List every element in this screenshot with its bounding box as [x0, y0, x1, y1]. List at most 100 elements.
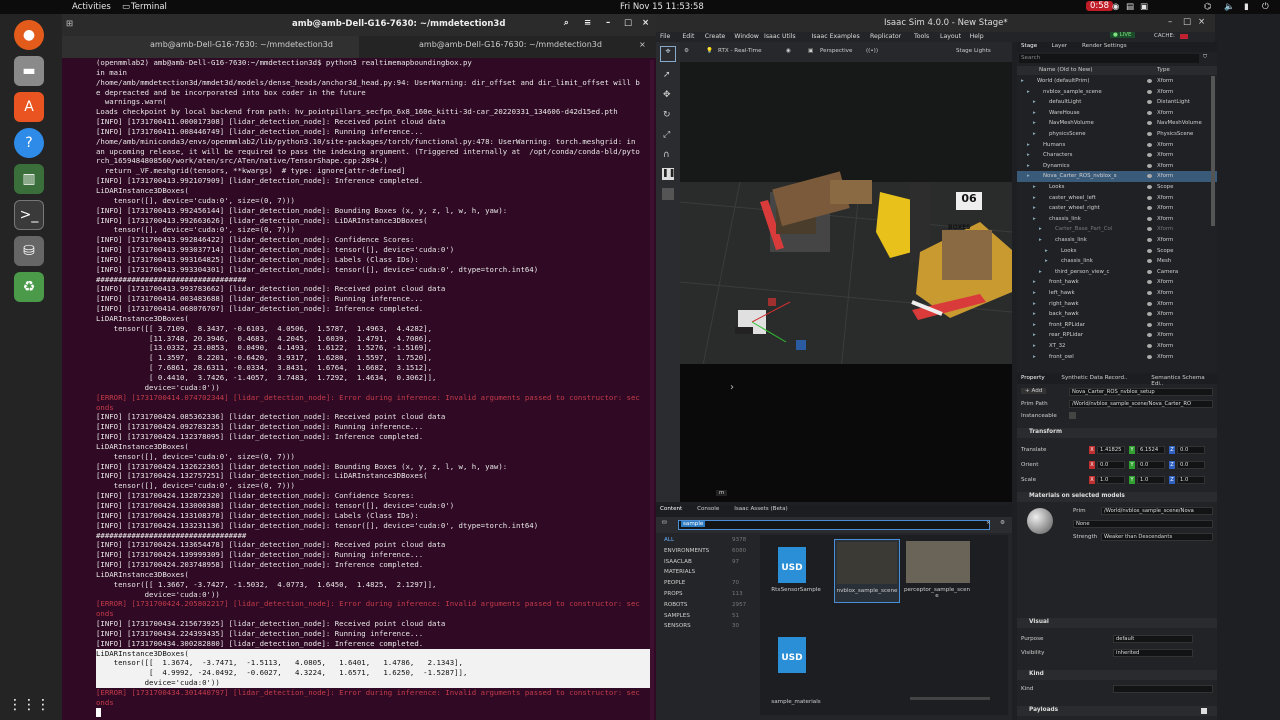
asset-category[interactable]: PEOPLE 70: [664, 580, 754, 586]
visibility-eye-icon[interactable]: [1147, 185, 1152, 189]
stage-row[interactable]: ▸ caster_wheel_right Xform: [1017, 203, 1217, 214]
visibility-eye-icon[interactable]: [1147, 312, 1152, 317]
visibility-eye-icon[interactable]: [1147, 206, 1152, 211]
stage-row[interactable]: ▸ World (defaultPrim) Xform: [1017, 76, 1217, 87]
transform-field[interactable]: 1.0: [1097, 476, 1125, 484]
stage-row[interactable]: ▸ right_hawk Xform: [1017, 299, 1217, 310]
stage-search-input[interactable]: Search: [1019, 54, 1199, 63]
maximize-icon[interactable]: □: [624, 18, 632, 28]
expand-icon[interactable]: ▸: [1045, 248, 1048, 254]
expand-icon[interactable]: ▸: [1033, 322, 1036, 328]
stop-icon[interactable]: [662, 188, 674, 200]
close-icon[interactable]: ×: [986, 520, 991, 526]
menu-edit[interactable]: Edit: [682, 33, 694, 40]
help-icon[interactable]: ?: [14, 128, 44, 158]
camera-button[interactable]: Perspective: [820, 48, 852, 54]
gpu-icon[interactable]: ▣: [1140, 2, 1148, 12]
stage-row[interactable]: ▸ Characters Xform: [1017, 150, 1217, 161]
menu-file[interactable]: File: [660, 33, 670, 40]
material-prim-field[interactable]: /World/nvblox_sample_scene/Nova: [1101, 507, 1213, 515]
tab-synthetic-data-record[interactable]: Synthetic Data Record..: [1061, 375, 1127, 381]
filter-icon[interactable]: ⛉: [1203, 54, 1207, 61]
software-center-icon[interactable]: A: [14, 92, 44, 122]
tab-layer[interactable]: Layer: [1052, 43, 1068, 49]
expand-icon[interactable]: ▸: [1033, 110, 1036, 116]
render-mode-button[interactable]: RTX - Real-Time: [718, 48, 762, 54]
menu-help[interactable]: Help: [970, 33, 984, 40]
expand-icon[interactable]: ▸: [1033, 343, 1036, 349]
asset-category[interactable]: PROPS 113: [664, 591, 754, 597]
viewport[interactable]: 06 BOXES: [680, 62, 1012, 364]
transform-field[interactable]: 0.0: [1177, 446, 1205, 454]
visibility-eye-icon[interactable]: [1147, 132, 1152, 136]
visibility-eye-icon[interactable]: [1147, 322, 1152, 327]
expand-icon[interactable]: ▸: [1021, 78, 1024, 84]
kind-dropdown[interactable]: [1113, 685, 1213, 693]
expand-icon[interactable]: ▸: [1039, 269, 1042, 275]
asset-category[interactable]: MATERIALS: [664, 569, 754, 575]
menu-layout[interactable]: Layout: [940, 33, 961, 40]
stage-row[interactable]: ▸ Nova_Carter_ROS_nvblox_s Xform: [1017, 171, 1217, 182]
instanceable-checkbox[interactable]: [1069, 412, 1076, 419]
pause-icon[interactable]: ❚❚: [662, 168, 675, 180]
select-tool-icon[interactable]: ⌖: [660, 46, 676, 62]
stage-row[interactable]: ▸ XT_32 Xform: [1017, 341, 1217, 352]
menu-isaac-utils[interactable]: Isaac Utils: [764, 33, 796, 40]
network-icon[interactable]: ⌬: [1204, 2, 1211, 12]
stage-row[interactable]: ▸ nvblox_sample_scene Xform: [1017, 87, 1217, 98]
screen-recorder-icon[interactable]: ◉: [1112, 2, 1119, 12]
visibility-eye-icon[interactable]: [1147, 291, 1152, 295]
asset-category[interactable]: ALL 9378: [664, 537, 754, 543]
stage-row[interactable]: ▸ front_hawk Xform: [1017, 277, 1217, 288]
expand-icon[interactable]: ▸: [1027, 89, 1030, 95]
activities-button[interactable]: Activities: [72, 2, 111, 12]
live-badge[interactable]: ● LIVE: [1110, 32, 1135, 38]
tab-render-settings[interactable]: Render Settings: [1082, 43, 1127, 49]
strength-dropdown[interactable]: Weaker than Descendants: [1101, 533, 1213, 541]
stage-row[interactable]: ▸ chassis_link Mesh: [1017, 256, 1217, 267]
firefox-icon[interactable]: ●: [14, 20, 44, 50]
stage-row[interactable]: ▸ chassis_link Xform: [1017, 214, 1217, 225]
transform-field[interactable]: 1.0: [1137, 476, 1165, 484]
menu-isaac-examples[interactable]: Isaac Examples: [812, 33, 860, 40]
tab-content[interactable]: Content: [660, 506, 682, 512]
stage-row[interactable]: ▸ NavMeshVolume NavMeshVolume: [1017, 118, 1217, 129]
asset-card[interactable]: USD sample_materials: [771, 633, 821, 705]
disk-icon[interactable]: ⛁: [14, 236, 44, 266]
asset-card-selected[interactable]: nvblox_sample_scene: [834, 539, 900, 603]
visibility-eye-icon[interactable]: [1147, 195, 1152, 200]
asset-category[interactable]: SAMPLES 51: [664, 613, 754, 619]
stage-row[interactable]: ▸ Dynamics Xform: [1017, 161, 1217, 172]
visibility-dropdown[interactable]: inherited: [1113, 649, 1193, 657]
expand-icon[interactable]: ▸: [1033, 216, 1036, 222]
show-apps-icon[interactable]: ⋮⋮⋮: [8, 690, 50, 720]
magnet-icon[interactable]: ∩: [663, 150, 670, 160]
menu-window[interactable]: Window: [734, 33, 758, 40]
expand-icon[interactable]: ▸: [1033, 120, 1036, 126]
visibility-eye-icon[interactable]: [1147, 227, 1152, 232]
power-menu-icon[interactable]: ⏻: [1262, 2, 1269, 12]
tab-console[interactable]: Console: [697, 506, 719, 512]
payloads-checkbox[interactable]: [1201, 708, 1207, 714]
battery-icon[interactable]: ▮: [1244, 2, 1249, 12]
visibility-eye-icon[interactable]: [1147, 110, 1152, 115]
visibility-eye-icon[interactable]: [1147, 163, 1152, 168]
transform-field[interactable]: 1.41825: [1097, 446, 1125, 454]
snap-tool-icon[interactable]: ⤢: [663, 130, 670, 140]
visibility-eye-icon[interactable]: [1147, 153, 1152, 158]
add-button[interactable]: + Add: [1021, 388, 1047, 394]
visibility-eye-icon[interactable]: [1147, 333, 1152, 338]
filter-icon[interactable]: ⛁: [662, 520, 667, 526]
clock[interactable]: Fri Nov 15 11:53:58: [620, 2, 704, 12]
tab-semantics-schema-edi[interactable]: Semantics Schema Edi..: [1151, 375, 1217, 387]
rotate-tool-icon[interactable]: ✥: [663, 90, 671, 100]
stage-row[interactable]: ▸ Looks Scope: [1017, 182, 1217, 193]
display-icon[interactable]: ▤: [1126, 2, 1134, 12]
terminal-scrollbar[interactable]: [650, 60, 654, 720]
tab-stage[interactable]: Stage: [1021, 43, 1037, 49]
visibility-eye-icon[interactable]: [1147, 216, 1152, 221]
scale-tool-icon[interactable]: ↻: [663, 110, 671, 120]
app-menu-terminal[interactable]: Terminal: [131, 2, 167, 12]
visual-section[interactable]: Visual: [1017, 618, 1217, 628]
terminal-output[interactable]: (openmmlab2) amb@amb-Dell-G16-7630:~/mmd…: [96, 58, 652, 720]
